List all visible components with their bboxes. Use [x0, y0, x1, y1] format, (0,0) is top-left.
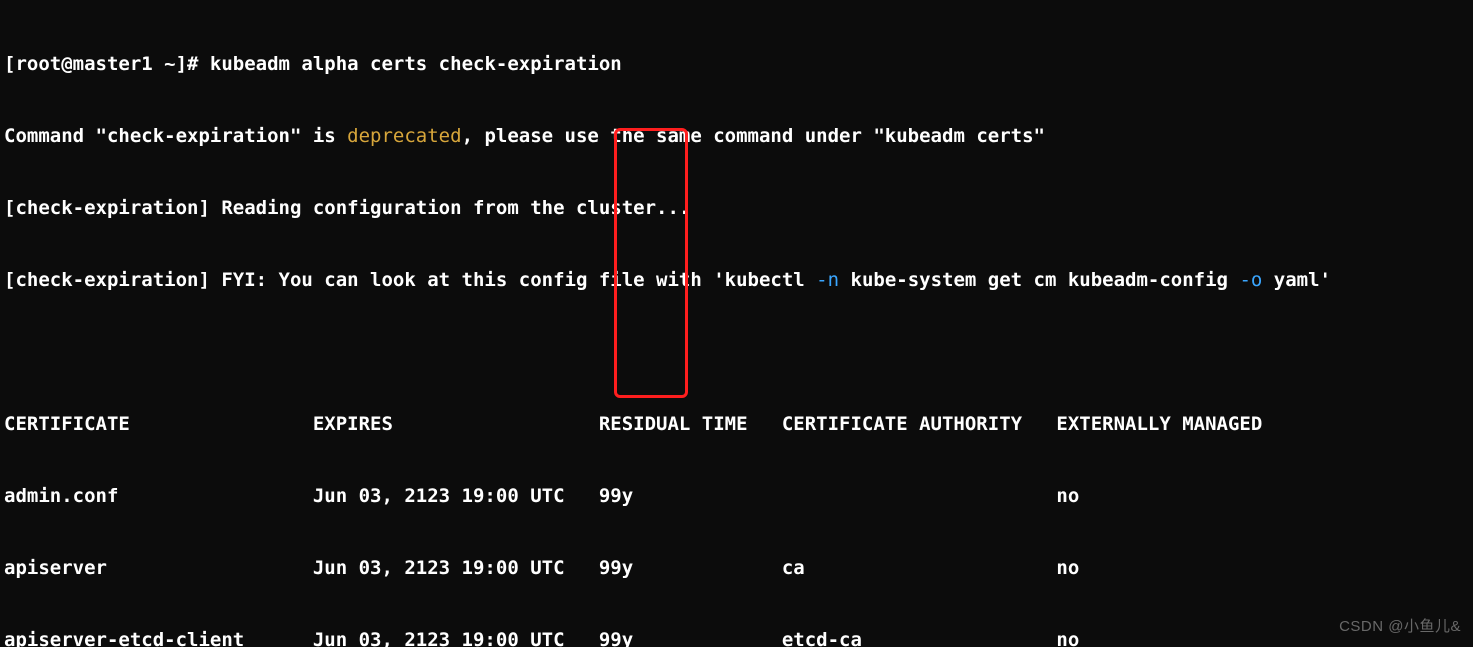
- cert-row-right: no: [633, 485, 1079, 507]
- cert-row-left: apiserver Jun 03, 2123 19:00 UTC: [4, 557, 599, 579]
- flag-n: -n: [816, 269, 839, 291]
- cmd-line-1: [root@master1 ~]# kubeadm alpha certs ch…: [4, 52, 1467, 76]
- deprecated-text-b: , please use the same command under "kub…: [462, 125, 1045, 147]
- cert-row-residual: 99y: [599, 485, 633, 507]
- reading-config-line: [check-expiration] Reading configuration…: [4, 196, 1467, 220]
- terminal[interactable]: [root@master1 ~]# kubeadm alpha certs ch…: [0, 0, 1473, 647]
- deprecated-line: Command "check-expiration" is deprecated…: [4, 124, 1467, 148]
- shell-prompt-1: [root@master1 ~]#: [4, 53, 210, 75]
- fyi-text-b: kube-system get cm kubeadm-config: [839, 269, 1239, 291]
- table-row: admin.conf Jun 03, 2123 19:00 UTC 99y no: [4, 484, 1467, 508]
- cert-row-right: etcd-ca no: [633, 629, 1079, 647]
- fyi-line: [check-expiration] FYI: You can look at …: [4, 268, 1467, 292]
- cert-row-right: ca no: [633, 557, 1079, 579]
- cert-row-left: apiserver-etcd-client Jun 03, 2123 19:00…: [4, 629, 599, 647]
- cert-row-left: admin.conf Jun 03, 2123 19:00 UTC: [4, 485, 599, 507]
- table-row: apiserver Jun 03, 2123 19:00 UTC 99y ca …: [4, 556, 1467, 580]
- flag-o: -o: [1239, 269, 1262, 291]
- certificates-header: CERTIFICATE EXPIRES RESIDUAL TIME CERTIF…: [4, 412, 1467, 436]
- watermark: CSDN @小鱼儿&: [1339, 615, 1461, 639]
- table-row: apiserver-etcd-client Jun 03, 2123 19:00…: [4, 628, 1467, 647]
- cert-row-residual: 99y: [599, 629, 633, 647]
- cert-row-residual: 99y: [599, 557, 633, 579]
- blank-line: [4, 340, 1467, 364]
- deprecated-word: deprecated: [347, 125, 461, 147]
- command-1: kubeadm alpha certs check-expiration: [210, 53, 622, 75]
- fyi-text-c: yaml': [1262, 269, 1331, 291]
- deprecated-text-a: Command "check-expiration" is: [4, 125, 347, 147]
- fyi-text-a: [check-expiration] FYI: You can look at …: [4, 269, 816, 291]
